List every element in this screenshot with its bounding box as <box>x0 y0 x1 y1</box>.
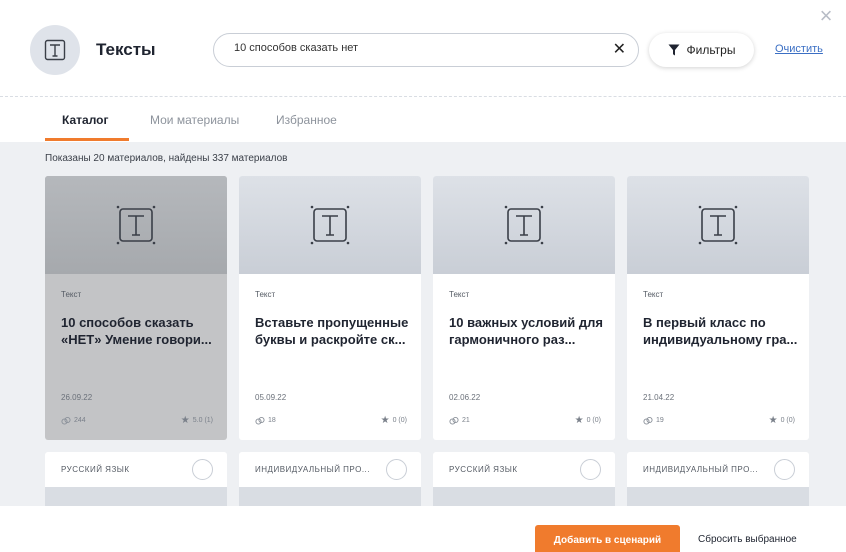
material-card[interactable]: Текст В первый класс по индивидуальному … <box>627 176 809 440</box>
card-views: 21 <box>449 416 470 425</box>
results-area: Показаны 20 материалов, найдены 337 мате… <box>0 142 846 506</box>
card-views: 19 <box>643 416 664 425</box>
card-date: 21.04.22 <box>643 393 675 402</box>
card-rating: ★ 0 (0) <box>769 415 795 426</box>
card-title: В первый класс по индивидуальному гра... <box>643 315 798 347</box>
card-rating-value: 0 (0) <box>392 417 407 424</box>
views-icon <box>449 416 459 425</box>
card-rating: ★ 0 (0) <box>381 415 407 426</box>
card-type: Текст <box>61 290 82 299</box>
card-title: Вставьте пропущенные буквы и раскройте с… <box>255 315 409 347</box>
header: Тексты ✕ Фильтры Очистить <box>0 0 846 97</box>
filters-button[interactable]: Фильтры <box>649 33 754 67</box>
card-title: 10 способов сказать «НЕТ» Умение говори.… <box>61 315 212 347</box>
card-rating: ★ 5.0 (1) <box>181 415 213 426</box>
card-thumbnail <box>433 487 615 506</box>
text-document-icon <box>698 205 738 245</box>
card-views-count: 18 <box>268 417 276 424</box>
funnel-icon <box>668 44 680 56</box>
card-subject-tag: РУССКИЙ ЯЗЫК <box>449 465 518 474</box>
card-date: 02.06.22 <box>449 393 481 402</box>
select-checkbox[interactable] <box>386 459 407 480</box>
card-thumbnail <box>45 487 227 506</box>
material-card[interactable]: Текст 10 способов сказать «НЕТ» Умение г… <box>45 176 227 440</box>
tab-catalog[interactable]: Каталог <box>62 113 109 127</box>
card-views: 18 <box>255 416 276 425</box>
card-views-count: 21 <box>462 417 470 424</box>
card-subject-tag: РУССКИЙ ЯЗЫК <box>61 465 130 474</box>
card-type: Текст <box>449 290 470 299</box>
reset-selection-button[interactable]: Сбросить выбранное <box>698 534 797 545</box>
star-icon: ★ <box>180 415 190 426</box>
card-views: 244 <box>61 416 86 425</box>
select-checkbox[interactable] <box>192 459 213 480</box>
search-input[interactable] <box>234 42 604 54</box>
material-card-partial[interactable]: РУССКИЙ ЯЗЫК <box>45 452 227 506</box>
card-type: Текст <box>255 290 276 299</box>
select-checkbox[interactable] <box>580 459 601 480</box>
material-card-partial[interactable]: ИНДИВИДУАЛЬНЫЙ ПРО... <box>627 452 809 506</box>
card-thumbnail <box>239 487 421 506</box>
star-icon: ★ <box>380 415 390 426</box>
tab-favorites[interactable]: Избранное <box>276 113 337 127</box>
text-document-icon <box>116 205 156 245</box>
clear-filters-link[interactable]: Очистить <box>775 43 823 55</box>
card-type: Текст <box>643 290 664 299</box>
card-rating: ★ 0 (0) <box>575 415 601 426</box>
search-box: ✕ <box>213 33 639 67</box>
card-date: 26.09.22 <box>61 393 93 402</box>
material-card-partial[interactable]: РУССКИЙ ЯЗЫК <box>433 452 615 506</box>
material-picker-modal: × Тексты ✕ Фильтры Очистить Каталог Мои … <box>0 0 846 552</box>
footer: Добавить в сценарий Сбросить выбранное <box>0 506 846 552</box>
material-card[interactable]: Текст 10 важных условий для гармоничного… <box>433 176 615 440</box>
page-title: Тексты <box>96 40 156 59</box>
card-thumbnail <box>239 176 421 274</box>
star-icon: ★ <box>768 415 778 426</box>
card-subject-tag: ИНДИВИДУАЛЬНЫЙ ПРО... <box>643 465 758 474</box>
card-rating-value: 0 (0) <box>780 417 795 424</box>
material-card-partial[interactable]: ИНДИВИДУАЛЬНЫЙ ПРО... <box>239 452 421 506</box>
card-rating-value: 0 (0) <box>586 417 601 424</box>
views-icon <box>255 416 265 425</box>
views-icon <box>61 416 71 425</box>
card-thumbnail <box>433 176 615 274</box>
card-rating-value: 5.0 (1) <box>192 417 213 424</box>
results-count: Показаны 20 материалов, найдены 337 мате… <box>45 153 288 164</box>
card-views-count: 244 <box>74 417 86 424</box>
filters-label: Фильтры <box>686 43 736 57</box>
add-to-scenario-button[interactable]: Добавить в сценарий <box>535 525 680 552</box>
views-icon <box>643 416 653 425</box>
active-tab-indicator <box>45 138 129 141</box>
card-date: 05.09.22 <box>255 393 287 402</box>
clear-search-icon[interactable]: ✕ <box>613 41 626 59</box>
card-subject-tag: ИНДИВИДУАЛЬНЫЙ ПРО... <box>255 465 370 474</box>
star-icon: ★ <box>574 415 584 426</box>
card-views-count: 19 <box>656 417 664 424</box>
text-document-icon <box>30 25 80 75</box>
select-checkbox[interactable] <box>774 459 795 480</box>
text-document-icon <box>310 205 350 245</box>
card-thumbnail <box>627 176 809 274</box>
tab-bar: Каталог Мои материалы Избранное <box>0 98 846 142</box>
card-thumbnail <box>627 487 809 506</box>
material-card[interactable]: Текст Вставьте пропущенные буквы и раскр… <box>239 176 421 440</box>
text-document-icon <box>504 205 544 245</box>
tab-my-materials[interactable]: Мои материалы <box>150 113 239 127</box>
card-title: 10 важных условий для гармоничного раз..… <box>449 315 603 347</box>
card-thumbnail <box>45 176 227 274</box>
